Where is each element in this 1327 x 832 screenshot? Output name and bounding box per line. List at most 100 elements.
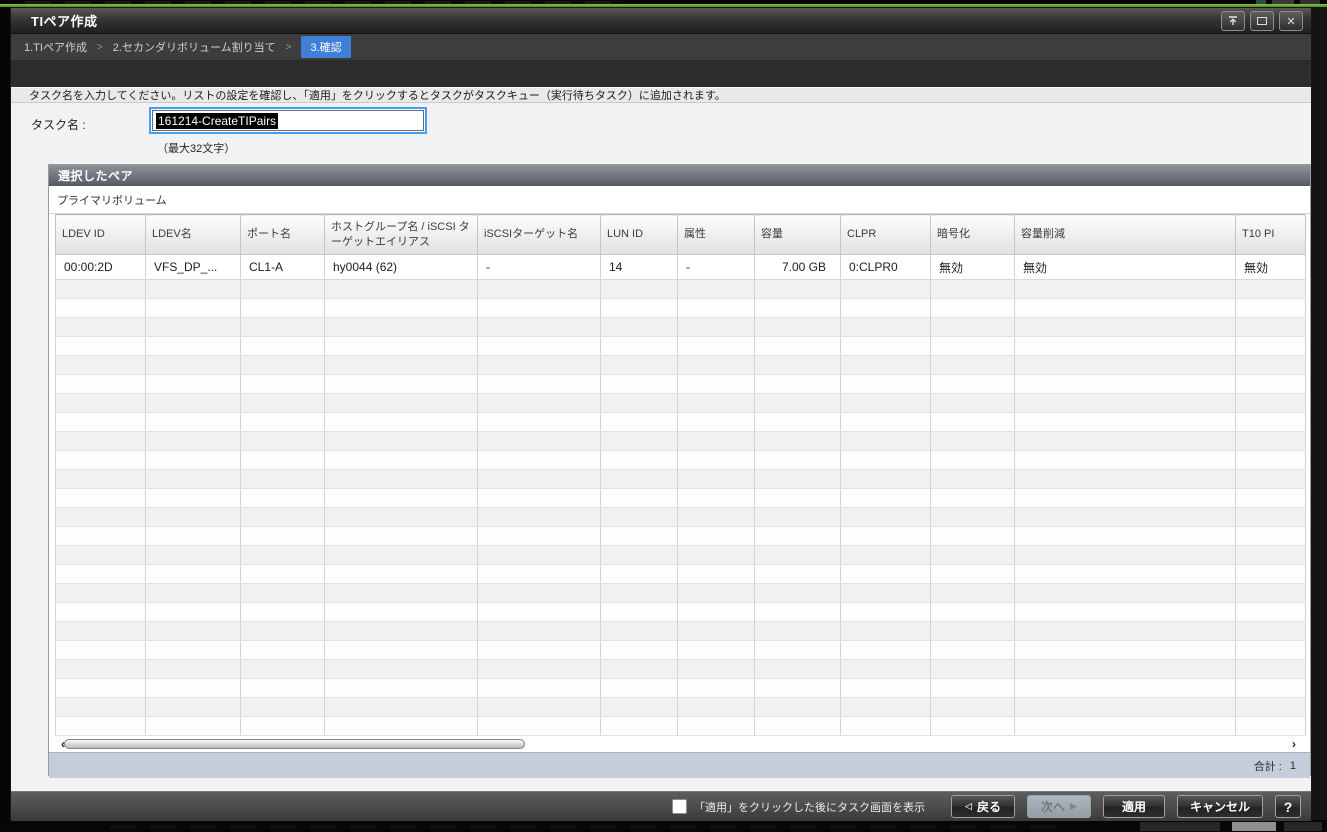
empty-cell (755, 546, 841, 565)
task-name-value: 161214-CreateTIPairs (156, 113, 278, 129)
header-spacer (11, 61, 1311, 87)
column-header[interactable]: T10 PI (1236, 215, 1306, 255)
column-header[interactable]: ポート名 (241, 215, 325, 255)
empty-cell (478, 299, 601, 318)
empty-cell (1236, 375, 1306, 394)
empty-cell (56, 508, 146, 527)
empty-cell (1015, 375, 1236, 394)
empty-cell (325, 717, 478, 736)
empty-cell (146, 356, 241, 375)
empty-table-row (56, 337, 1306, 356)
empty-cell (325, 527, 478, 546)
task-name-input[interactable]: 161214-CreateTIPairs (149, 107, 427, 134)
empty-cell (241, 318, 325, 337)
table-footer: 合計 : 1 (49, 752, 1310, 778)
empty-cell (601, 584, 678, 603)
empty-cell (931, 413, 1015, 432)
empty-cell (478, 527, 601, 546)
empty-cell (841, 584, 931, 603)
column-header[interactable]: 容量 (755, 215, 841, 255)
empty-cell (146, 679, 241, 698)
empty-cell (146, 660, 241, 679)
empty-cell (1236, 451, 1306, 470)
cancel-button[interactable]: キャンセル (1177, 795, 1263, 818)
scroll-right-icon[interactable]: › (1288, 737, 1300, 750)
empty-cell (601, 717, 678, 736)
empty-cell (478, 565, 601, 584)
empty-cell (1015, 546, 1236, 565)
empty-cell (755, 660, 841, 679)
empty-cell (678, 546, 755, 565)
empty-cell (56, 660, 146, 679)
column-header[interactable]: CLPR (841, 215, 931, 255)
column-header[interactable]: LDEV名 (146, 215, 241, 255)
empty-cell (56, 299, 146, 318)
empty-cell (1015, 356, 1236, 375)
empty-cell (931, 660, 1015, 679)
empty-cell (931, 299, 1015, 318)
column-header[interactable]: ホストグループ名 / iSCSI ターゲットエイリアス (325, 215, 478, 255)
column-header[interactable]: LDEV ID (56, 215, 146, 255)
pairs-table-zone: LDEV IDLDEV名ポート名ホストグループ名 / iSCSI ターゲットエイ… (49, 214, 1310, 736)
empty-cell (1015, 280, 1236, 299)
apply-button[interactable]: 適用 (1103, 795, 1165, 818)
column-header[interactable]: LUN ID (601, 215, 678, 255)
maximize-window-button[interactable] (1250, 11, 1274, 31)
empty-cell (146, 565, 241, 584)
empty-cell (478, 280, 601, 299)
empty-cell (146, 584, 241, 603)
background-app-fragment (110, 825, 1060, 829)
column-header[interactable]: 属性 (678, 215, 755, 255)
empty-cell (241, 717, 325, 736)
scrollbar-thumb[interactable] (64, 739, 525, 749)
back-button[interactable]: ◁ 戻る (951, 795, 1015, 818)
column-header[interactable]: iSCSIターゲット名 (478, 215, 601, 255)
instruction-text: タスク名を入力してください。リストの設定を確認し、「適用」をクリックするとタスク… (29, 87, 726, 103)
empty-cell (841, 622, 931, 641)
empty-cell (678, 394, 755, 413)
empty-cell (1236, 565, 1306, 584)
empty-cell (1015, 679, 1236, 698)
empty-cell (325, 432, 478, 451)
empty-cell (755, 451, 841, 470)
empty-cell (678, 660, 755, 679)
empty-cell (325, 280, 478, 299)
empty-cell (1015, 470, 1236, 489)
close-window-button[interactable]: ✕ (1279, 11, 1303, 31)
empty-table-row (56, 565, 1306, 584)
empty-cell (601, 603, 678, 622)
column-header[interactable]: 容量削減 (1015, 215, 1236, 255)
empty-cell (755, 413, 841, 432)
empty-cell (241, 489, 325, 508)
empty-cell (146, 508, 241, 527)
show-task-screen-checkbox[interactable] (672, 799, 687, 814)
empty-table-row (56, 470, 1306, 489)
empty-cell (841, 717, 931, 736)
empty-cell (755, 432, 841, 451)
background-app-fragment (1272, 0, 1294, 4)
empty-cell (841, 299, 931, 318)
help-button[interactable]: ? (1275, 795, 1301, 818)
empty-cell (478, 337, 601, 356)
table-cell: 無効 (1236, 255, 1306, 280)
breadcrumb-step-1: 1.TIペア作成 (24, 39, 87, 55)
empty-cell (841, 641, 931, 660)
empty-table-row (56, 432, 1306, 451)
empty-cell (241, 622, 325, 641)
empty-cell (678, 584, 755, 603)
empty-cell (841, 413, 931, 432)
table-cell: - (678, 255, 755, 280)
empty-cell (931, 622, 1015, 641)
table-cell: 00:00:2D (56, 255, 146, 280)
next-button: 次へ ▶ (1027, 795, 1091, 818)
empty-cell (601, 375, 678, 394)
empty-cell (478, 451, 601, 470)
shade-window-button[interactable] (1221, 11, 1245, 31)
empty-cell (678, 451, 755, 470)
horizontal-scrollbar[interactable]: ‹ › (49, 736, 1310, 752)
empty-cell (931, 527, 1015, 546)
empty-cell (931, 375, 1015, 394)
empty-cell (325, 337, 478, 356)
column-header[interactable]: 暗号化 (931, 215, 1015, 255)
table-row[interactable]: 00:00:2DVFS_DP_...CL1-Ahy0044 (62)-14-7.… (56, 255, 1306, 280)
